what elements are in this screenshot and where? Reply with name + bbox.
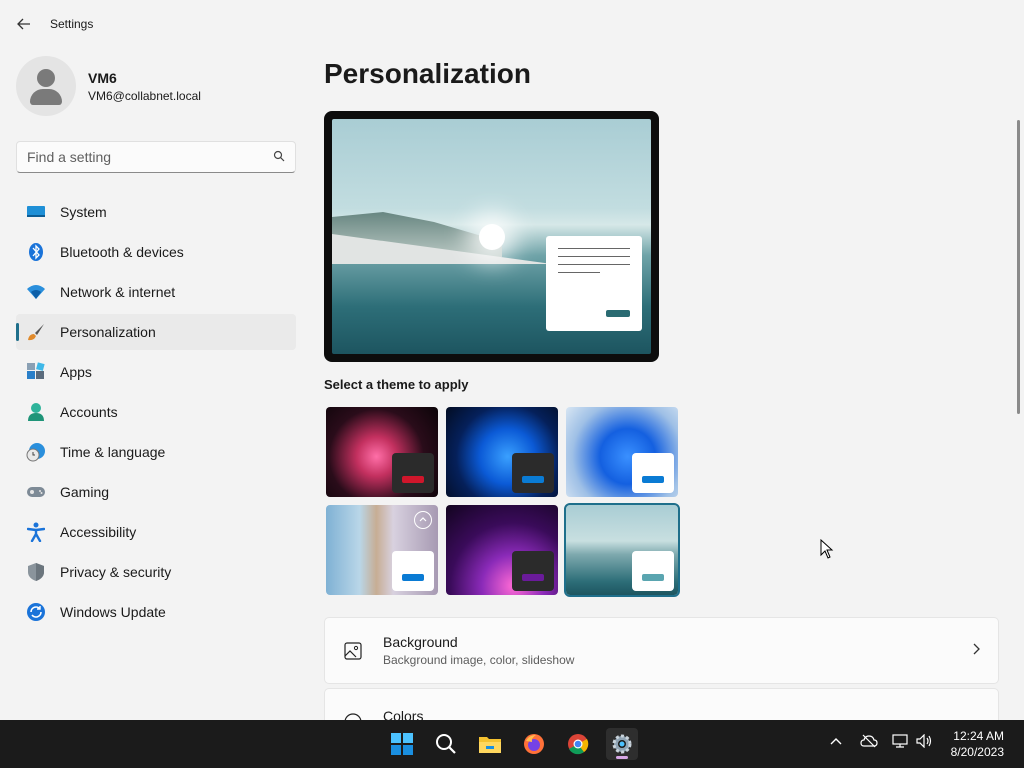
sidebar-item-label: Apps <box>60 364 92 380</box>
back-arrow-icon[interactable] <box>4 4 44 44</box>
chrome-icon[interactable] <box>562 728 594 760</box>
sidebar-item-label: Personalization <box>60 324 156 340</box>
firefox-icon[interactable] <box>518 728 550 760</box>
background-card-title: Background <box>383 634 458 650</box>
sidebar-item-system[interactable]: System <box>16 194 296 230</box>
sidebar-item-windows-update[interactable]: Windows Update <box>16 594 296 630</box>
sidebar-item-label: Network & internet <box>60 284 176 300</box>
sidebar-item-network[interactable]: Network & internet <box>16 274 296 310</box>
paintbrush-icon <box>26 322 46 342</box>
image-icon <box>343 641 363 661</box>
gamepad-icon <box>26 482 46 502</box>
sidebar-item-label: Accounts <box>60 404 118 420</box>
avatar <box>16 56 76 116</box>
volume-icon[interactable] <box>916 733 934 751</box>
clock[interactable]: 12:24 AM 8/20/2023 <box>951 728 1004 760</box>
theme-spotlight[interactable] <box>326 505 438 595</box>
network-icon[interactable] <box>892 734 910 751</box>
sidebar-item-label: Windows Update <box>60 604 166 620</box>
user-name: VM6 <box>88 69 117 86</box>
sidebar-item-label: Privacy & security <box>60 564 172 580</box>
sidebar-item-label: Accessibility <box>60 524 137 540</box>
sidebar-item-label: System <box>60 204 107 220</box>
app-title: Settings <box>50 17 94 31</box>
background-card-subtitle: Background image, color, slideshow <box>383 653 575 667</box>
sidebar-item-time-language[interactable]: Time & language <box>16 434 296 470</box>
file-explorer-icon[interactable] <box>474 728 506 760</box>
globe-clock-icon <box>26 442 46 462</box>
clock-time: 12:24 AM <box>953 729 1004 743</box>
wifi-icon <box>26 282 46 302</box>
spotlight-sync-icon <box>414 511 432 529</box>
theme-flow[interactable] <box>446 505 558 595</box>
theme-preview <box>324 111 659 362</box>
title-bar: Settings <box>0 0 1024 48</box>
sidebar-item-label: Gaming <box>60 484 110 500</box>
bluetooth-icon <box>26 242 46 262</box>
monitor-icon <box>26 202 46 222</box>
sidebar-item-label: Bluetooth & devices <box>60 244 184 260</box>
search-input[interactable] <box>27 149 273 165</box>
person-icon <box>26 402 46 422</box>
sidebar-item-personalization[interactable]: Personalization <box>16 314 296 350</box>
sidebar-item-apps[interactable]: Apps <box>16 354 296 390</box>
sidebar-item-bluetooth[interactable]: Bluetooth & devices <box>16 234 296 270</box>
apps-icon <box>26 362 46 382</box>
onedrive-icon[interactable] <box>860 734 878 751</box>
search-box[interactable] <box>16 141 296 173</box>
sidebar-item-accessibility[interactable]: Accessibility <box>16 514 296 550</box>
scrollbar[interactable] <box>1017 120 1020 414</box>
chevron-up-icon[interactable] <box>830 734 842 750</box>
taskbar: 12:24 AM 8/20/2023 <box>0 720 1024 768</box>
background-card[interactable]: Background Background image, color, slid… <box>324 617 999 684</box>
user-profile[interactable]: VM6 VM6@collabnet.local <box>16 56 201 116</box>
wallpaper-preview <box>332 119 651 354</box>
update-icon <box>26 602 46 622</box>
preview-window <box>546 236 642 331</box>
sidebar-item-accounts[interactable]: Accounts <box>16 394 296 430</box>
settings-icon[interactable] <box>606 728 638 760</box>
sidebar-item-privacy[interactable]: Privacy & security <box>16 554 296 590</box>
accessibility-icon <box>26 522 46 542</box>
clock-date: 8/20/2023 <box>950 745 1004 759</box>
theme-dark-bloom[interactable] <box>446 407 558 497</box>
search-icon[interactable] <box>430 728 462 760</box>
chevron-right-icon <box>972 642 980 658</box>
theme-glow[interactable] <box>326 407 438 497</box>
page-title: Personalization <box>324 58 531 89</box>
sidebar-item-label: Time & language <box>60 444 166 460</box>
theme-light-bloom[interactable] <box>566 407 678 497</box>
sidebar-nav: System Bluetooth & devices Network & int… <box>16 194 296 634</box>
themes-heading: Select a theme to apply <box>324 377 469 392</box>
mouse-pointer-icon <box>820 538 834 564</box>
user-email: VM6@collabnet.local <box>88 88 201 103</box>
shield-icon <box>26 562 46 582</box>
search-icon[interactable] <box>273 150 285 165</box>
theme-sunrise[interactable] <box>564 503 680 597</box>
sidebar-item-gaming[interactable]: Gaming <box>16 474 296 510</box>
start-icon[interactable] <box>386 728 418 760</box>
